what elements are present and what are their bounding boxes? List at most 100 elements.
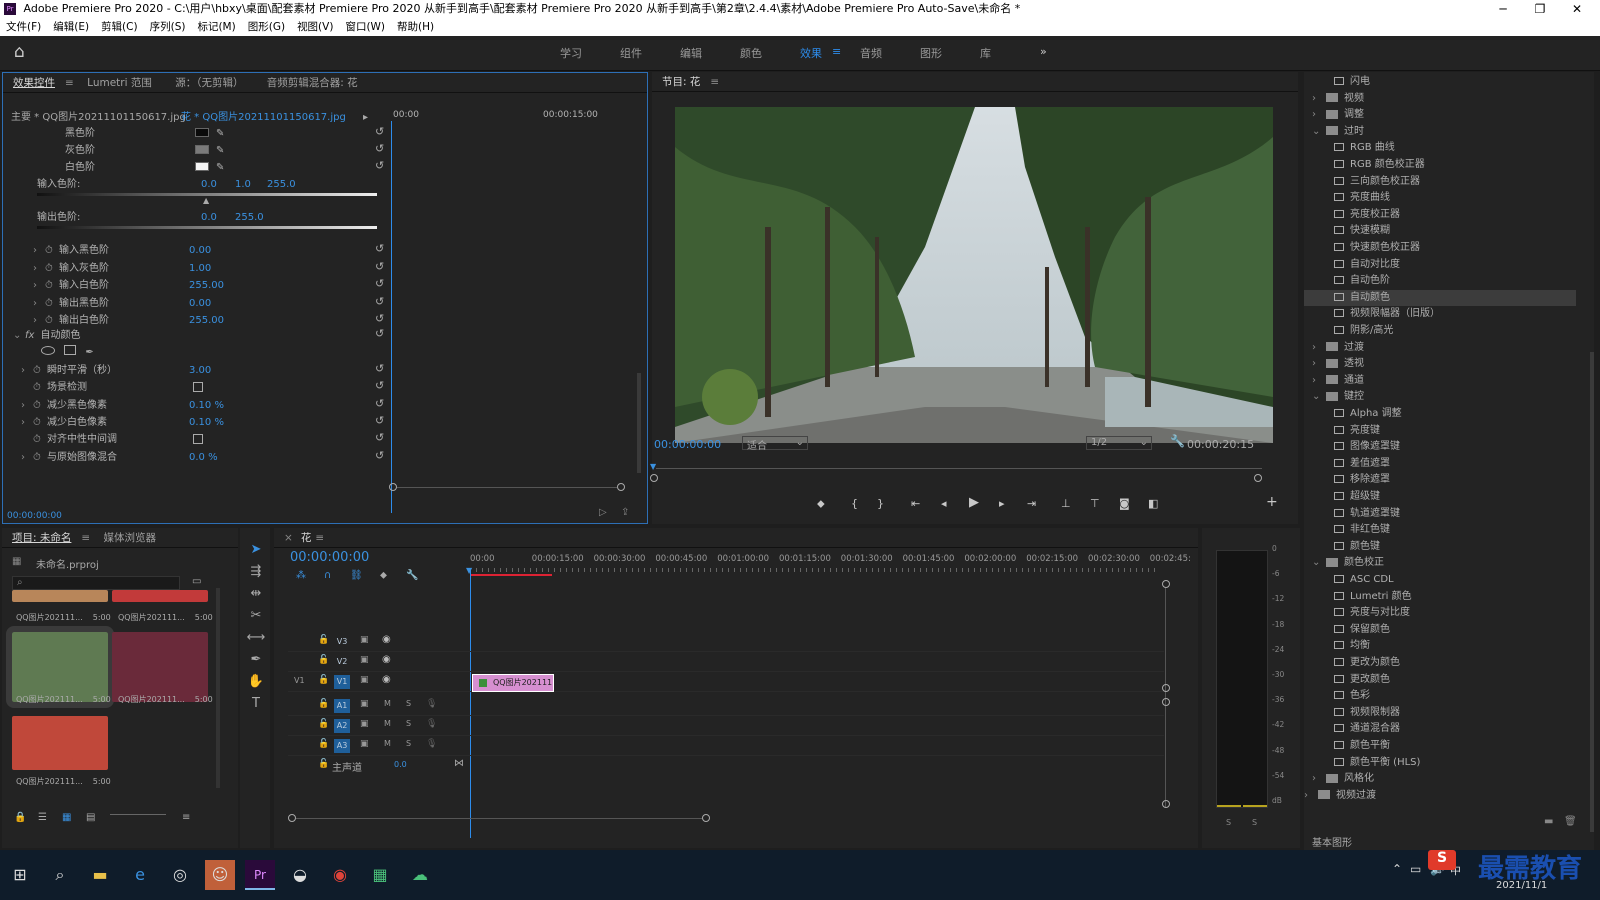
menu-help[interactable]: 帮助(H) [391,18,440,36]
effect-item[interactable]: 超级键 [1334,489,1380,505]
fx-param-row[interactable]: › ⏱ 瞬时平滑（秒） [21,362,117,379]
lift-icon[interactable]: ⊥ [1061,497,1071,510]
v-scroll-handle[interactable] [1162,580,1170,588]
scrub-handle-left[interactable] [650,474,658,482]
effects-folder[interactable]: › 调整 [1312,107,1364,123]
lock-icon[interactable]: 🔓 [318,759,329,769]
chevron-down-icon[interactable]: ⌄ [1312,389,1326,405]
chrome-icon[interactable]: ◉ [325,860,355,890]
gallery-icon[interactable]: ▦ [365,860,395,890]
audio-track-header[interactable]: 🔓 A3 ▣ M S 🎙 [288,736,1164,756]
audio-track-header[interactable]: 🔓 A1 ▣ M S 🎙 [288,696,1164,716]
effect-item[interactable]: 颜色平衡 [1334,738,1390,754]
export-icon[interactable]: ⇪ [621,507,629,518]
effects-folder[interactable]: ⌄ 键控 [1312,389,1364,405]
playhead-head[interactable]: ▼ [466,566,472,575]
stopwatch-icon[interactable]: ⏱ [45,295,59,312]
rectangle-mask-icon[interactable] [64,345,77,355]
microphone-icon[interactable]: 🎙 [426,739,437,749]
track-label[interactable]: A3 [334,739,350,753]
menu-sequence[interactable]: 序列(S) [144,18,192,36]
expand-arrow-icon[interactable]: › [21,414,33,431]
gray-level-swatch[interactable] [195,145,209,154]
zoom-handle-left[interactable] [389,483,397,491]
eye-icon[interactable]: ◉ [382,654,391,665]
fx-param-row[interactable]: ⏱ 对齐中性中间调 [21,431,117,448]
video-track-header[interactable]: V1 🔓 V1 ▣ ◉ [288,672,1164,692]
minimize-button[interactable]: ─ [1488,0,1518,18]
effect-item[interactable]: 更改颜色 [1334,672,1390,688]
chevron-down-icon[interactable]: ⌄ [1312,555,1326,571]
reset-icon[interactable]: ↺ [375,397,384,410]
film-icon[interactable]: ▣ [360,699,369,709]
photos-icon[interactable]: ◒ [285,860,315,890]
scrub-handle-right[interactable] [1254,474,1262,482]
effect-item[interactable]: RGB 曲线 [1334,140,1395,156]
reset-icon[interactable]: ↺ [375,260,384,273]
project-thumbnail[interactable] [6,626,114,708]
master-track-header[interactable]: 🔓 主声道 0.0 ⋈ [288,756,488,776]
project-scrollbar[interactable] [216,588,220,788]
menu-window[interactable]: 窗口(W) [339,18,391,36]
effect-item[interactable]: 自动颜色 [1304,289,1576,306]
eyedropper-icon[interactable]: ✎ [216,159,224,176]
essential-graphics-tab[interactable]: 基本图形 [1312,834,1352,849]
tl-zoom-bar[interactable] [296,818,702,819]
effect-item[interactable]: Alpha 调整 [1334,406,1402,422]
effect-item[interactable]: 非红色键 [1334,522,1390,538]
effects-scrollbar[interactable] [1590,352,1594,832]
workspace-learn[interactable]: 学习 [560,45,582,61]
video-track-header[interactable]: 🔓 V3 ▣ ◉ [288,632,1164,652]
razor-tool-icon[interactable]: ✂ [246,608,266,628]
param-row[interactable]: › ⏱ 输入黑色阶 [33,242,109,259]
tl-zoom-handle-right[interactable] [702,814,710,822]
fx-header[interactable]: ⌄ fx 自动颜色 [13,327,80,344]
menu-graphics[interactable]: 图形(G) [242,18,291,36]
track-select-tool-icon[interactable]: ⇶ [246,564,266,584]
reset-icon[interactable]: ↺ [375,362,384,375]
reset-icon[interactable]: ↺ [375,327,384,340]
step-back-icon[interactable]: ◂ [941,497,947,510]
input-level-white[interactable]: 255.0 [267,176,296,193]
pen-mask-icon[interactable]: ✒ [85,347,93,358]
fx-param-row[interactable]: › ⏱ 减少白色像素 [21,414,107,431]
pen-tool-icon[interactable]: ✒ [246,652,266,672]
program-scrub-bar[interactable] [656,468,1262,469]
resolution-dropdown[interactable]: 1/2 ⌄ [1086,436,1152,450]
list-view-icon[interactable]: ☰ [38,812,47,823]
chevron-right-icon[interactable]: › [1312,340,1326,356]
effects-folder[interactable]: › 视频 [1312,91,1364,107]
effect-item[interactable]: 闪电 [1334,74,1370,90]
tab-media-browser[interactable]: 媒体浏览器 [94,532,167,544]
film-icon[interactable]: ▣ [360,635,369,645]
mark-in-icon[interactable]: { [851,497,858,510]
ripple-edit-tool-icon[interactable]: ⇹ [246,586,266,606]
effect-item[interactable]: 快速颜色校正器 [1334,240,1420,256]
play-icon[interactable]: ▶ [969,495,979,510]
camera-icon[interactable]: ◙ [1119,497,1130,510]
microphone-icon[interactable]: 🎙 [426,719,437,729]
param-row[interactable]: › ⏱ 输入白色阶 [33,277,109,294]
program-timecode[interactable]: 00:00:00:00 [654,438,721,451]
effect-item[interactable]: 快速模糊 [1334,223,1390,239]
tab-lumetri-scopes[interactable]: Lumetri 范围 [77,77,162,89]
workspace-effects[interactable]: 效果 [800,45,822,61]
effect-item[interactable]: 差值遮罩 [1334,456,1390,472]
stopwatch-icon[interactable]: ⏱ [33,362,47,379]
work-area-bar[interactable] [470,574,552,576]
effect-item[interactable]: 移除遮罩 [1334,472,1390,488]
film-icon[interactable]: ▣ [360,739,369,749]
freeform-view-icon[interactable]: ▤ [86,812,95,823]
audio-track-header[interactable]: 🔓 A2 ▣ M S 🎙 [288,716,1164,736]
param-value[interactable]: 1.00 [189,260,211,277]
linked-selection-icon[interactable]: ⛓ [350,570,363,581]
chevron-right-icon[interactable]: › [1312,373,1326,389]
lock-icon[interactable]: 🔓 [318,675,329,685]
reset-icon[interactable]: ↺ [375,449,384,462]
solo-left-button[interactable]: S [1226,818,1231,827]
track-label[interactable]: V1 [334,675,350,689]
workspace-editing[interactable]: 编辑 [680,45,702,61]
menu-marker[interactable]: 标记(M) [191,18,241,36]
tl-zoom-handle-left[interactable] [288,814,296,822]
effect-item[interactable]: RGB 颜色校正器 [1334,157,1425,173]
